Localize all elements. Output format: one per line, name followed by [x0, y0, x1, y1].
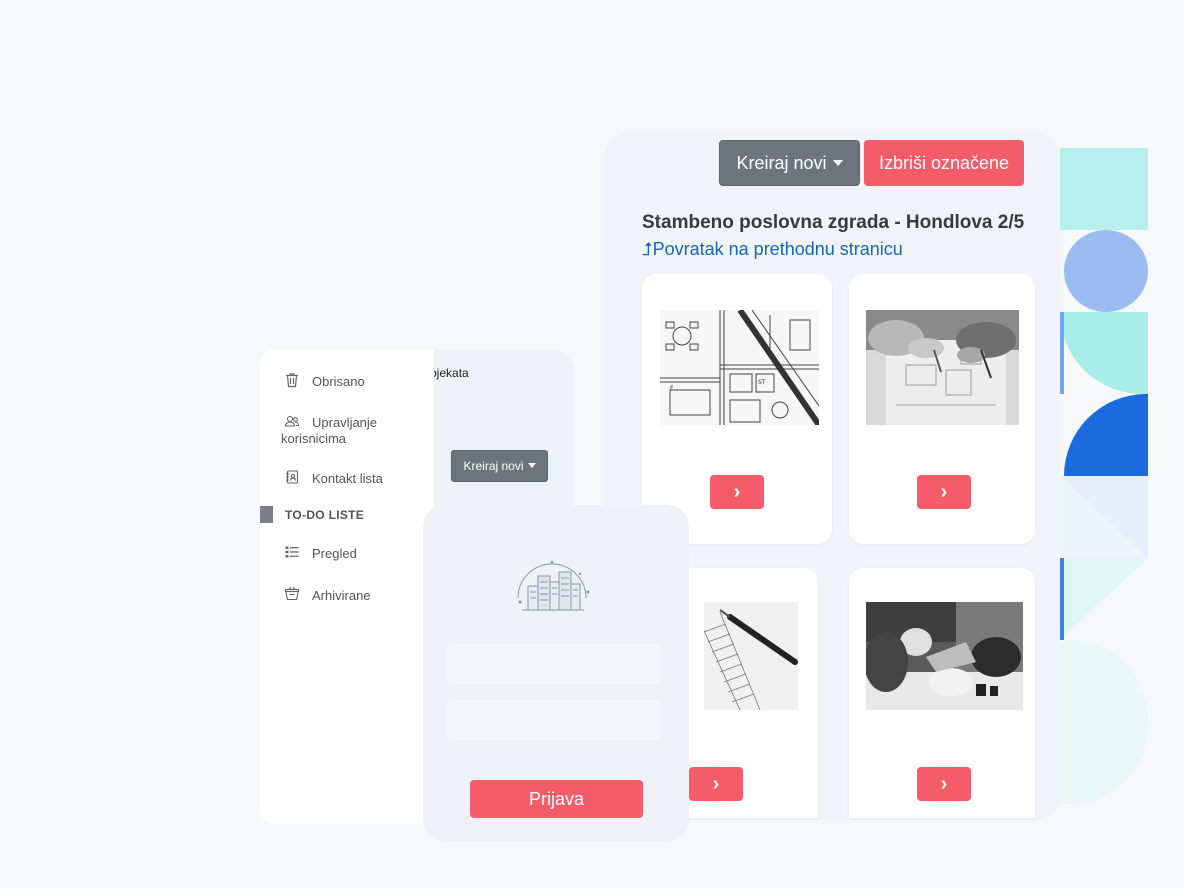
open-project-button[interactable]: › — [710, 475, 764, 509]
hardhat-meeting-photo — [866, 602, 1023, 710]
todo-section-header: TO-DO LISTE — [260, 506, 434, 526]
sidebar-item-label: Upravljanje korisnicima — [281, 415, 378, 446]
decor-edge-bar — [1060, 558, 1064, 640]
chevron-right-icon: › — [940, 772, 948, 795]
decor-cyan-square — [1060, 148, 1148, 230]
password-field[interactable] — [447, 700, 660, 740]
back-link[interactable]: ⮥Povratak na prethodnu stranicu — [642, 239, 903, 260]
create-new-dropdown-button[interactable]: Kreiraj novi — [719, 140, 860, 186]
contact-book-icon — [286, 470, 299, 484]
archive-basket-icon — [284, 586, 300, 601]
back-link-label: Povratak na prethodnu stranicu — [652, 239, 903, 259]
decor-blue-leaf — [1064, 394, 1148, 476]
create-new-dropdown-button[interactable]: Kreiraj novi — [451, 450, 548, 482]
section-header-label: TO-DO LISTE — [285, 508, 365, 522]
sidebar-item-obrisano[interactable]: Obrisano — [260, 372, 434, 392]
create-new-label: Kreiraj novi — [463, 459, 524, 473]
chevron-right-icon: › — [712, 772, 720, 795]
decor-edge-bar — [1060, 312, 1064, 394]
caret-down-icon — [832, 159, 843, 166]
hands-drafting-photo — [866, 310, 1019, 425]
sidebar-item-label: Arhivirane — [312, 588, 371, 603]
sidebar: Obrisano Upravljanje korisnicima Kontakt… — [260, 350, 434, 824]
project-title: Stambeno poslovna zgrada - Hondlova 2/5 — [642, 212, 1025, 233]
open-project-button[interactable]: › — [917, 475, 971, 509]
city-skyline-logo-icon — [510, 558, 594, 614]
blueprint-pen-photo — [690, 602, 798, 710]
arrow-up-icon: ⮥ — [642, 239, 653, 259]
svg-text:ST: ST — [758, 379, 766, 386]
project-card: › — [849, 274, 1035, 544]
svg-text:F: F — [670, 385, 674, 392]
username-field[interactable] — [447, 644, 660, 684]
delete-selected-button[interactable]: Izbriši označene — [864, 140, 1024, 186]
chevron-right-icon: › — [940, 480, 948, 503]
projects-heading-fragment: ojekata — [430, 366, 469, 380]
decor-mint-triangle — [1060, 558, 1148, 640]
sidebar-item-label: Kontakt lista — [312, 471, 383, 486]
open-project-button[interactable]: › — [917, 767, 971, 801]
chevron-right-icon: › — [733, 480, 741, 503]
create-new-label: Kreiraj novi — [736, 153, 827, 173]
sidebar-item-label: Obrisano — [312, 374, 365, 389]
floor-plan-photo: F ST — [660, 310, 819, 425]
decor-blue-circle — [1064, 230, 1148, 312]
sidebar-item-label: Pregled — [312, 546, 357, 561]
open-project-button[interactable]: › — [689, 767, 743, 801]
project-card: F ST › — [642, 274, 832, 544]
sidebar-item-user-management[interactable]: Upravljanje korisnicima — [260, 414, 434, 450]
trash-icon — [286, 373, 298, 388]
sidebar-item-contact-list[interactable]: Kontakt lista — [260, 469, 434, 489]
decor-cyan-quarter — [1060, 312, 1148, 394]
project-card: › — [849, 568, 1035, 818]
sidebar-item-arhivirane[interactable]: Arhivirane — [260, 586, 434, 606]
sidebar-item-pregled[interactable]: Pregled — [260, 544, 434, 564]
caret-down-icon — [527, 462, 536, 468]
list-icon — [285, 546, 299, 558]
login-button[interactable]: Prijava — [470, 780, 643, 818]
section-marker — [260, 506, 273, 523]
